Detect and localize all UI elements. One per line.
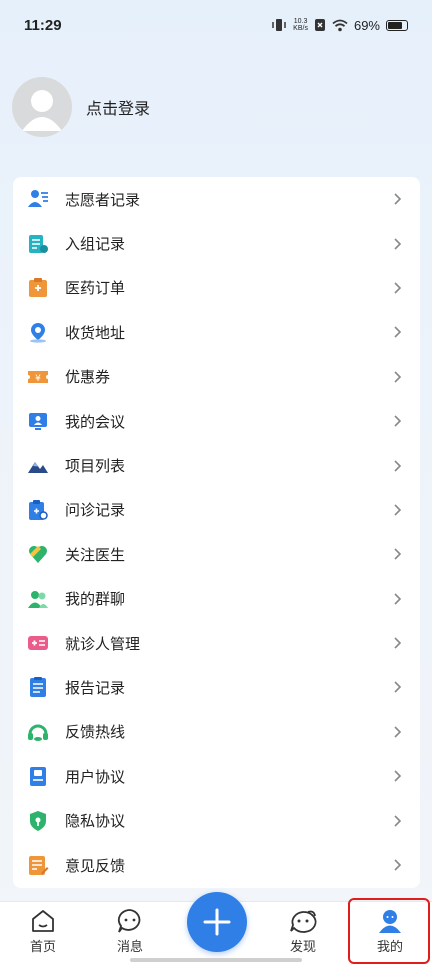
menu-item-label: 收货地址 <box>65 323 126 342</box>
menu-item-volunteer-record[interactable]: 志愿者记录 <box>13 177 420 221</box>
consultation-icon <box>27 499 49 521</box>
menu-item-consultation-record[interactable]: 问诊记录 <box>13 488 420 532</box>
chevron-right-icon <box>394 548 402 560</box>
status-icons: 10.3 KB/s 69% <box>271 18 408 33</box>
privacy-icon <box>27 810 49 832</box>
highlight-box <box>348 898 430 964</box>
location-icon <box>27 321 49 343</box>
menu-item-label: 入组记录 <box>65 235 126 254</box>
wifi-icon <box>332 19 348 31</box>
avatar[interactable] <box>12 77 72 137</box>
chevron-right-icon <box>394 681 402 694</box>
menu-item-coupon[interactable]: ¥ 优惠券 <box>13 355 420 399</box>
sim-off-icon <box>314 19 325 31</box>
menu-item-label: 用户协议 <box>65 767 126 786</box>
menu-item-my-meeting[interactable]: 我的会议 <box>13 399 420 443</box>
chevron-right-icon <box>394 770 402 782</box>
menu-item-group-chat[interactable]: 我的群聊 <box>13 577 420 621</box>
vibrate-icon <box>272 19 286 31</box>
menu-item-report-record[interactable]: 报告记录 <box>13 665 420 709</box>
menu-item-feedback-hotline[interactable]: 反馈热线 <box>13 710 420 754</box>
meeting-icon <box>27 410 49 432</box>
menu-item-label: 优惠券 <box>65 368 111 387</box>
report-icon <box>27 676 49 698</box>
chevron-right-icon <box>394 371 402 383</box>
tab-home[interactable]: 首页 <box>13 908 73 955</box>
menu-item-label: 隐私协议 <box>65 812 126 831</box>
chevron-right-icon <box>394 593 402 605</box>
menu-item-label: 意见反馈 <box>65 856 126 875</box>
menu-item-label: 志愿者记录 <box>65 190 141 209</box>
menu-item-medicine-order[interactable]: 医药订单 <box>13 266 420 310</box>
menu-item-project-list[interactable]: 项目列表 <box>13 443 420 487</box>
login-link[interactable]: 点击登录 <box>86 95 150 119</box>
tab-discover-label: 发现 <box>289 940 316 955</box>
menu-item-label: 反馈热线 <box>65 723 126 742</box>
menu-item-label: 项目列表 <box>65 457 126 476</box>
medicine-order-icon <box>27 277 49 299</box>
menu-item-label: 关注医生 <box>65 545 126 564</box>
home-indicator <box>130 958 302 962</box>
message-icon <box>117 909 141 933</box>
status-time: 11:29 <box>24 16 62 34</box>
menu-item-label: 医药订单 <box>65 279 126 298</box>
profile-header[interactable]: 点击登录 <box>12 77 150 137</box>
hotline-icon <box>27 721 49 743</box>
home-icon <box>32 910 54 932</box>
menu-item-label: 我的群聊 <box>65 590 126 609</box>
follow-doctor-icon <box>27 543 49 565</box>
chevron-right-icon <box>394 726 402 738</box>
chevron-right-icon <box>394 637 402 649</box>
user-agreement-icon <box>27 765 49 787</box>
tab-discover[interactable]: 发现 <box>273 908 333 955</box>
tab-home-label: 首页 <box>29 940 56 955</box>
chevron-right-icon <box>394 504 402 516</box>
group-chat-icon <box>27 588 49 610</box>
chevron-right-icon <box>394 282 402 294</box>
menu-item-patient-management[interactable]: 就诊人管理 <box>13 621 420 665</box>
battery-icon <box>386 19 408 31</box>
tab-messages[interactable]: 消息 <box>100 908 160 955</box>
chevron-right-icon <box>394 459 402 472</box>
volunteer-icon <box>27 188 49 210</box>
feedback-icon <box>27 854 49 876</box>
chevron-right-icon <box>394 415 402 427</box>
default-avatar-icon <box>22 90 62 131</box>
menu-item-follow-doctor[interactable]: 关注医生 <box>13 532 420 576</box>
menu-item-label: 报告记录 <box>65 678 126 697</box>
enrollment-icon <box>27 233 49 255</box>
svg-text:¥: ¥ <box>35 374 41 384</box>
plus-icon <box>203 908 231 936</box>
battery-percent: 69% <box>353 17 380 33</box>
menu-item-feedback[interactable]: 意见反馈 <box>13 843 420 887</box>
menu-item-label: 问诊记录 <box>65 501 126 520</box>
menu-item-privacy-agreement[interactable]: 隐私协议 <box>13 798 420 842</box>
menu-item-shipping-address[interactable]: 收货地址 <box>13 310 420 354</box>
status-bar: 11:29 10.3 KB/s 69% <box>0 0 432 50</box>
menu-item-enrollment-record[interactable]: 入组记录 <box>13 221 420 265</box>
menu-item-label: 我的会议 <box>65 412 126 431</box>
chevron-right-icon <box>394 326 402 338</box>
menu-item-user-agreement[interactable]: 用户协议 <box>13 754 420 798</box>
chevron-right-icon <box>394 859 402 871</box>
chevron-right-icon <box>394 238 402 250</box>
discover-icon <box>290 910 317 933</box>
menu-list: 志愿者记录 入组记录 医药订单 收货地址 ¥ 优惠券 我的会议 项目列表 问诊记… <box>13 177 420 888</box>
tab-messages-label: 消息 <box>116 940 143 955</box>
patient-manage-icon <box>27 632 49 654</box>
chevron-right-icon <box>394 193 402 205</box>
coupon-icon: ¥ <box>27 366 49 388</box>
add-button[interactable] <box>187 892 247 952</box>
chevron-right-icon <box>394 815 402 827</box>
project-icon <box>27 455 49 477</box>
menu-item-label: 就诊人管理 <box>65 634 141 653</box>
net-speed: 10.3 KB/s <box>293 18 308 32</box>
